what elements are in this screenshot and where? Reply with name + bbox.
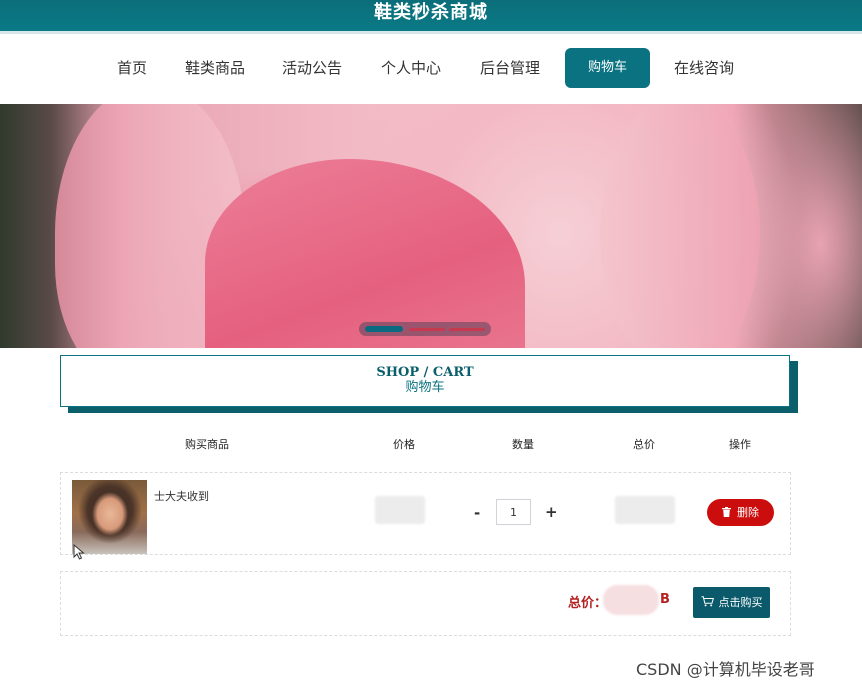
banner-image-petal	[205, 159, 525, 348]
column-header-price: 价格	[393, 438, 415, 451]
nav-item-user-center[interactable]: 个人中心	[381, 58, 441, 78]
top-header-bar: 鞋类秒杀商城	[0, 0, 862, 31]
delete-button-label: 删除	[737, 506, 759, 519]
trash-icon	[722, 507, 731, 517]
nav-item-admin[interactable]: 后台管理	[480, 58, 540, 78]
grand-total-suffix: B	[660, 592, 670, 607]
grand-total-label: 总价：	[568, 596, 608, 611]
quantity-decrease-button[interactable]: -	[474, 504, 480, 522]
section-title-box: SHOP / CART 购物车	[60, 355, 790, 407]
column-header-product: 购买商品	[185, 438, 229, 451]
delete-item-button[interactable]: 删除	[707, 499, 774, 526]
column-header-total: 总价	[633, 438, 655, 451]
shopping-cart-icon	[701, 596, 714, 607]
nav-item-shoe-products[interactable]: 鞋类商品	[185, 58, 245, 78]
grand-total-redacted	[603, 585, 659, 615]
site-title: 鞋类秒杀商城	[374, 2, 488, 23]
carousel-dot-3[interactable]	[449, 328, 485, 331]
nav-item-online-consult[interactable]: 在线咨询	[674, 58, 734, 78]
nav-item-home[interactable]: 首页	[117, 58, 147, 78]
column-header-actions: 操作	[729, 438, 751, 451]
row-total-redacted	[615, 496, 675, 524]
watermark: CSDN @计算机毕设老哥	[636, 660, 815, 679]
carousel-dot-2[interactable]	[409, 328, 445, 331]
column-header-quantity: 数量	[512, 438, 534, 451]
product-name[interactable]: 士大夫收到	[154, 488, 209, 504]
price-redacted	[375, 496, 425, 524]
table-row	[60, 472, 791, 555]
banner-carousel[interactable]	[0, 104, 862, 348]
mouse-pointer-icon	[73, 544, 85, 560]
nav-item-cart[interactable]: 购物车	[565, 48, 650, 88]
banner-image-petal	[600, 104, 760, 348]
quantity-input[interactable]	[496, 499, 531, 525]
section-title-cn: 购物车	[405, 380, 445, 395]
cart-summary-row	[60, 571, 791, 636]
product-thumbnail[interactable]	[72, 480, 147, 554]
checkout-button[interactable]: 点击购买	[693, 587, 770, 618]
nav-item-announcements[interactable]: 活动公告	[282, 58, 342, 78]
carousel-dot-1[interactable]	[365, 326, 403, 332]
main-nav: 首页 鞋类商品 活动公告 个人中心 后台管理 购物车 在线咨询	[0, 34, 862, 104]
quantity-increase-button[interactable]: +	[545, 503, 558, 521]
carousel-indicators	[359, 322, 491, 336]
section-title-en: SHOP / CART	[376, 365, 474, 380]
checkout-button-label: 点击购买	[718, 596, 763, 609]
